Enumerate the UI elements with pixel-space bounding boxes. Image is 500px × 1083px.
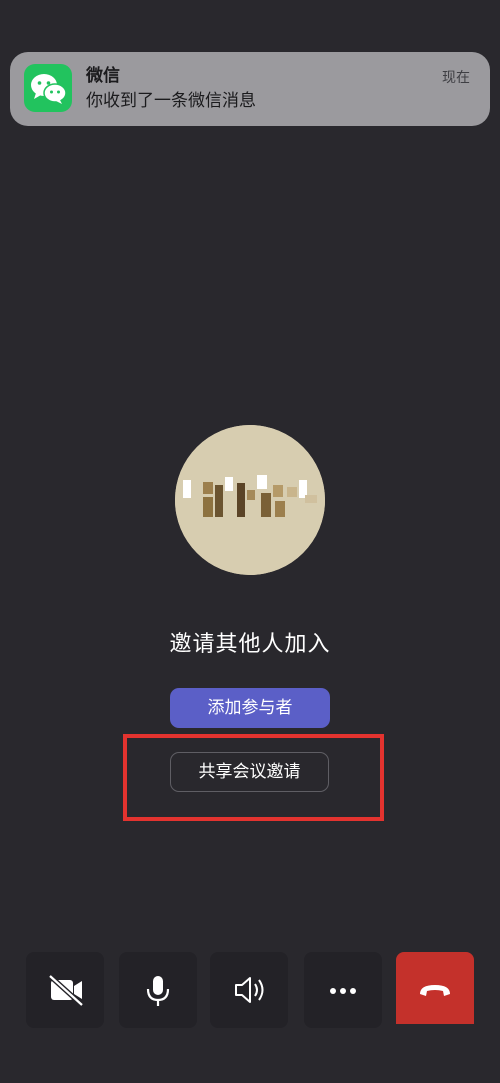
microphone-button[interactable] xyxy=(119,952,197,1028)
video-off-icon xyxy=(48,974,84,1007)
add-participants-button[interactable]: 添加参与者 xyxy=(170,688,330,728)
more-options-icon xyxy=(330,988,356,994)
participant-avatar xyxy=(175,425,325,575)
hang-up-button[interactable] xyxy=(396,952,474,1024)
notification-message: 你收到了一条微信消息 xyxy=(86,91,256,111)
speaker-icon xyxy=(235,977,264,1003)
video-toggle-button[interactable] xyxy=(26,952,104,1028)
notification-time: 现在 xyxy=(442,70,470,86)
notification-app-name: 微信 xyxy=(86,66,120,86)
more-options-button[interactable] xyxy=(304,952,382,1028)
wechat-icon xyxy=(24,64,72,112)
wechat-notification[interactable]: 微信 你收到了一条微信消息 现在 xyxy=(10,52,490,126)
microphone-icon xyxy=(146,976,170,1006)
invite-title: 邀请其他人加入 xyxy=(169,632,331,657)
hang-up-icon xyxy=(420,985,450,996)
highlight-annotation-box xyxy=(123,734,384,821)
speaker-button[interactable] xyxy=(210,952,288,1028)
call-screen: 微信 你收到了一条微信消息 现在 邀请其他人加入 添加参与者 共享会议邀请 xyxy=(0,0,500,1083)
